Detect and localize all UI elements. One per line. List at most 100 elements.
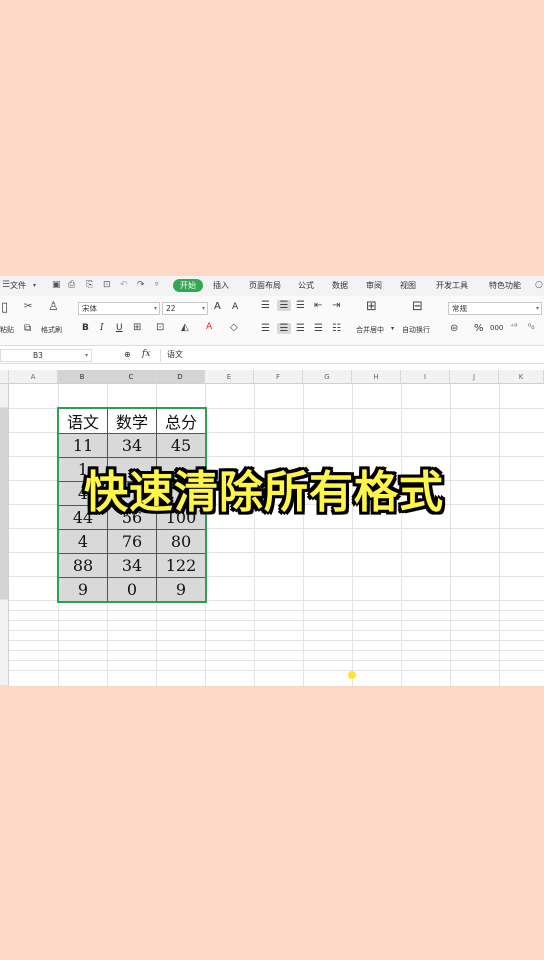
table-cell[interactable]: 122: [156, 553, 206, 578]
currency-icon[interactable]: ⊜: [450, 323, 458, 334]
search-icon[interactable]: ○: [535, 280, 543, 290]
table-cell[interactable]: 11: [58, 433, 108, 458]
menu-file[interactable]: 文件: [10, 280, 26, 291]
fill-color-icon[interactable]: ◭: [181, 322, 189, 333]
font-name-value: 宋体: [82, 304, 97, 313]
chevron-down-icon: ▾: [535, 305, 539, 312]
table-cell[interactable]: 9: [156, 577, 206, 602]
tab-features[interactable]: 特色功能: [489, 280, 521, 291]
column-header-f[interactable]: F: [254, 370, 303, 384]
wrap-text-icon[interactable]: ⊟: [412, 299, 423, 314]
bold-button[interactable]: B: [82, 323, 89, 333]
merge-center-icon[interactable]: ⊞: [366, 299, 377, 314]
format-painter-icon[interactable]: ♙: [48, 299, 59, 313]
table-cell[interactable]: 80: [156, 529, 206, 554]
grow-font-button[interactable]: A: [214, 301, 221, 312]
print-preview-icon[interactable]: ⎙: [68, 280, 75, 290]
number-format-select[interactable]: 常规 ▾: [448, 302, 542, 315]
align-right-icon[interactable]: ☰: [296, 323, 305, 334]
tab-formulas[interactable]: 公式: [298, 280, 314, 291]
tab-data[interactable]: 数据: [332, 280, 348, 291]
percent-button[interactable]: %: [474, 323, 484, 334]
chevron-down-icon[interactable]: ▾: [33, 282, 36, 289]
fill-style-icon[interactable]: ⊡: [156, 322, 164, 333]
font-size-select[interactable]: 22 ▾: [162, 302, 208, 315]
underline-button[interactable]: U: [116, 323, 123, 333]
thousands-button[interactable]: 000: [490, 324, 503, 332]
align-top-icon[interactable]: ☰: [261, 300, 270, 311]
format-painter-label[interactable]: 格式刷: [41, 325, 62, 335]
cell-reference: B3: [33, 351, 43, 360]
column-header-c[interactable]: C: [107, 370, 156, 384]
gridline: [9, 660, 544, 661]
column-header-a[interactable]: A: [9, 370, 58, 384]
justify-icon[interactable]: ☰: [314, 323, 323, 334]
cut-icon[interactable]: ✂: [24, 301, 32, 312]
column-header-h[interactable]: H: [352, 370, 401, 384]
indent-decrease-icon[interactable]: ⇤: [314, 300, 322, 311]
gridline: [9, 630, 544, 631]
table-cell[interactable]: 34: [107, 433, 157, 458]
save-icon[interactable]: ▣: [52, 280, 61, 290]
column-header-b[interactable]: B: [58, 370, 107, 384]
column-header-k[interactable]: K: [499, 370, 544, 384]
gridline: [9, 670, 544, 671]
italic-button[interactable]: I: [100, 323, 104, 333]
tab-review[interactable]: 审阅: [366, 280, 382, 291]
table-cell[interactable]: 9: [58, 577, 108, 602]
tab-insert[interactable]: 插入: [213, 280, 229, 291]
undo-icon[interactable]: ↶: [120, 280, 128, 290]
zoom-icon[interactable]: ⊕: [124, 350, 131, 359]
decrease-decimal-icon[interactable]: ⁰₀: [528, 322, 534, 331]
tab-view[interactable]: 视图: [400, 280, 416, 291]
distributed-icon[interactable]: ☷: [332, 323, 341, 334]
align-left-icon[interactable]: ☰: [261, 323, 270, 334]
print-icon[interactable]: ⎘: [86, 280, 93, 290]
merge-center-button[interactable]: 合并居中: [356, 325, 384, 335]
column-header-d[interactable]: D: [156, 370, 205, 384]
fx-button[interactable]: fx: [142, 349, 150, 359]
customize-icon[interactable]: ▿: [155, 280, 159, 288]
select-all-corner[interactable]: [0, 370, 9, 384]
paste-icon[interactable]: ▯: [1, 300, 8, 315]
table-cell[interactable]: 34: [107, 553, 157, 578]
column-header-j[interactable]: J: [450, 370, 499, 384]
column-header-i[interactable]: I: [401, 370, 450, 384]
formula-input[interactable]: 语文: [160, 349, 544, 362]
tab-developer[interactable]: 开发工具: [436, 280, 468, 291]
column-header-e[interactable]: E: [205, 370, 254, 384]
table-cell[interactable]: 4: [58, 529, 108, 554]
table-cell[interactable]: 76: [107, 529, 157, 554]
menu-icon[interactable]: ☰: [2, 280, 10, 290]
borders-icon[interactable]: ⊞: [133, 322, 141, 333]
wrap-text-button[interactable]: 自动换行: [402, 325, 430, 335]
font-name-select[interactable]: 宋体 ▾: [78, 302, 160, 315]
indent-increase-icon[interactable]: ⇥: [332, 300, 340, 311]
tab-page-layout[interactable]: 页面布局: [249, 280, 281, 291]
name-box[interactable]: B3 ▾: [0, 349, 92, 362]
table-cell[interactable]: 数学: [107, 408, 157, 434]
column-header-g[interactable]: G: [303, 370, 352, 384]
paste-label[interactable]: 粘贴: [0, 325, 14, 335]
export-icon[interactable]: ⊡: [103, 280, 111, 290]
row-header-selected[interactable]: [0, 408, 9, 600]
table-cell[interactable]: 0: [107, 577, 157, 602]
shrink-font-button[interactable]: A: [232, 302, 238, 312]
table-cell[interactable]: 语文: [58, 408, 108, 434]
row-header[interactable]: [0, 384, 9, 408]
clear-format-icon[interactable]: ◇: [230, 322, 238, 333]
font-color-button[interactable]: A: [206, 322, 212, 332]
row-header[interactable]: [0, 600, 9, 686]
gridline: [9, 610, 544, 611]
tab-home[interactable]: 开始: [173, 279, 203, 292]
table-cell[interactable]: 45: [156, 433, 206, 458]
align-bottom-icon[interactable]: ☰: [296, 300, 305, 311]
table-cell[interactable]: 88: [58, 553, 108, 578]
increase-decimal-icon[interactable]: ⁺⁰: [510, 322, 517, 331]
redo-icon[interactable]: ↷: [137, 280, 145, 290]
copy-icon[interactable]: ⧉: [24, 323, 31, 334]
chevron-down-icon[interactable]: ▾: [391, 325, 394, 332]
table-cell[interactable]: 总分: [156, 408, 206, 434]
align-center-icon[interactable]: ☰: [277, 323, 291, 334]
align-middle-icon[interactable]: ☰: [277, 300, 291, 311]
